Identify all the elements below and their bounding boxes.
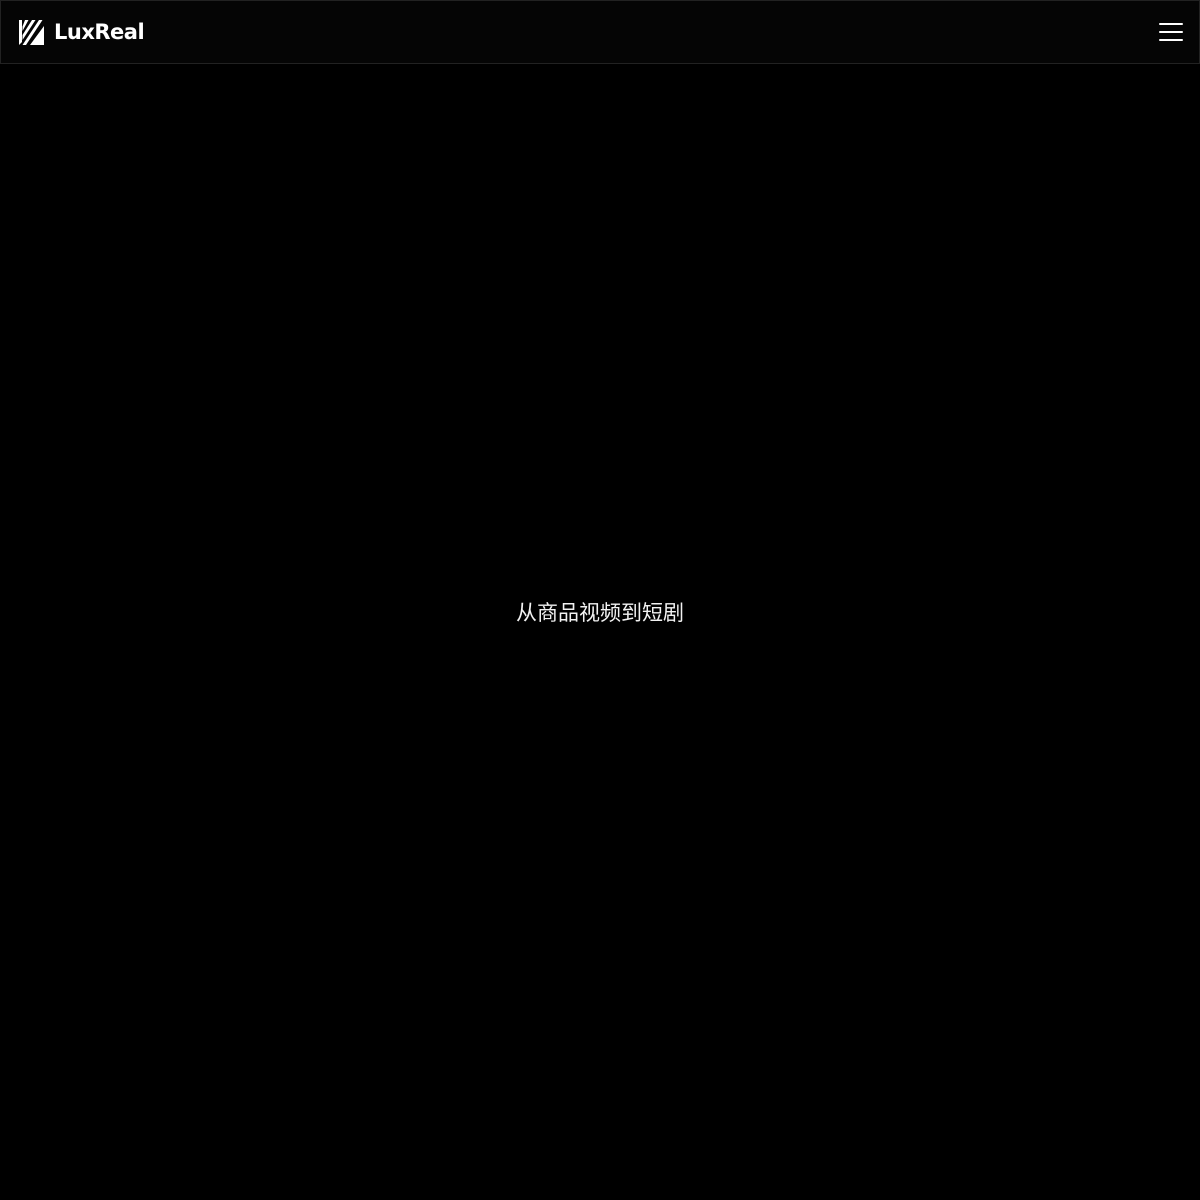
hamburger-menu-line <box>1159 39 1183 41</box>
page: LuxReal 从商品视频到短剧 <box>0 0 1200 1200</box>
hero-tagline: 从商品视频到短剧 <box>516 601 684 625</box>
top-navbar: LuxReal <box>0 0 1200 64</box>
hamburger-menu-line <box>1159 31 1183 33</box>
hamburger-menu-icon <box>1159 23 1183 25</box>
luxreal-logo-icon <box>19 19 44 45</box>
hamburger-menu-button[interactable] <box>1159 18 1187 46</box>
brand-link[interactable]: LuxReal <box>17 18 145 47</box>
brand-name: LuxReal <box>54 19 145 44</box>
